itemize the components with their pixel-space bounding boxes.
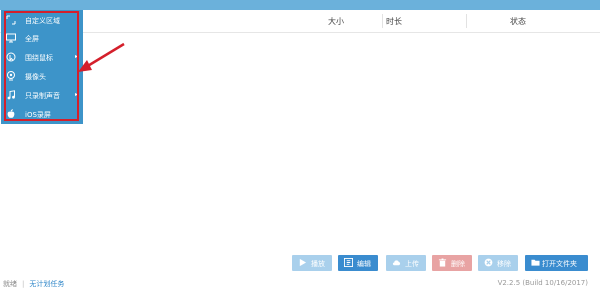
status-text: 就绪 — [3, 280, 17, 288]
title-bar — [0, 0, 600, 10]
status-bar: 就绪 | 无计划任务 — [3, 279, 64, 289]
folder-icon — [531, 259, 540, 266]
version-label: V2.2.5 (Build 10/16/2017) — [497, 279, 588, 287]
cloud-upload-icon — [392, 260, 401, 266]
schedule-tasks-link[interactable]: 无计划任务 — [29, 280, 64, 288]
remove-button[interactable]: 移除 — [478, 255, 518, 271]
file-list-header: 大小 时长 状态 — [0, 10, 600, 33]
play-icon — [299, 258, 307, 267]
apple-icon — [7, 109, 15, 118]
open-folder-button[interactable]: 打开文件夹 — [525, 255, 588, 271]
menu-item-ios-record[interactable]: iOS录屏 — [1, 106, 83, 124]
region-icon — [6, 15, 16, 25]
status-divider: | — [22, 280, 25, 288]
trash-icon — [438, 258, 447, 267]
menu-item-custom-region[interactable]: 自定义区域 — [1, 12, 83, 30]
annotation-arrow-icon — [78, 42, 125, 72]
monitor-icon — [6, 33, 16, 43]
music-note-icon — [7, 90, 15, 100]
column-duration[interactable]: 时长 — [386, 16, 402, 27]
column-status[interactable]: 状态 — [510, 16, 526, 27]
mouse-area-icon — [6, 52, 16, 62]
upload-button[interactable]: 上传 — [386, 255, 426, 271]
column-divider — [382, 14, 383, 28]
play-button[interactable]: 播放 — [292, 255, 332, 271]
column-divider — [466, 14, 467, 28]
webcam-icon — [7, 71, 15, 81]
submenu-arrow-icon: ▸ — [75, 91, 79, 98]
menu-item-audio-only[interactable]: 只录制声音 ▸ — [1, 87, 83, 105]
delete-button[interactable]: 删除 — [432, 255, 472, 271]
remove-circle-icon — [484, 258, 493, 267]
edit-button[interactable]: 编辑 — [338, 255, 378, 271]
edit-icon — [344, 258, 353, 267]
column-size[interactable]: 大小 — [328, 16, 344, 27]
